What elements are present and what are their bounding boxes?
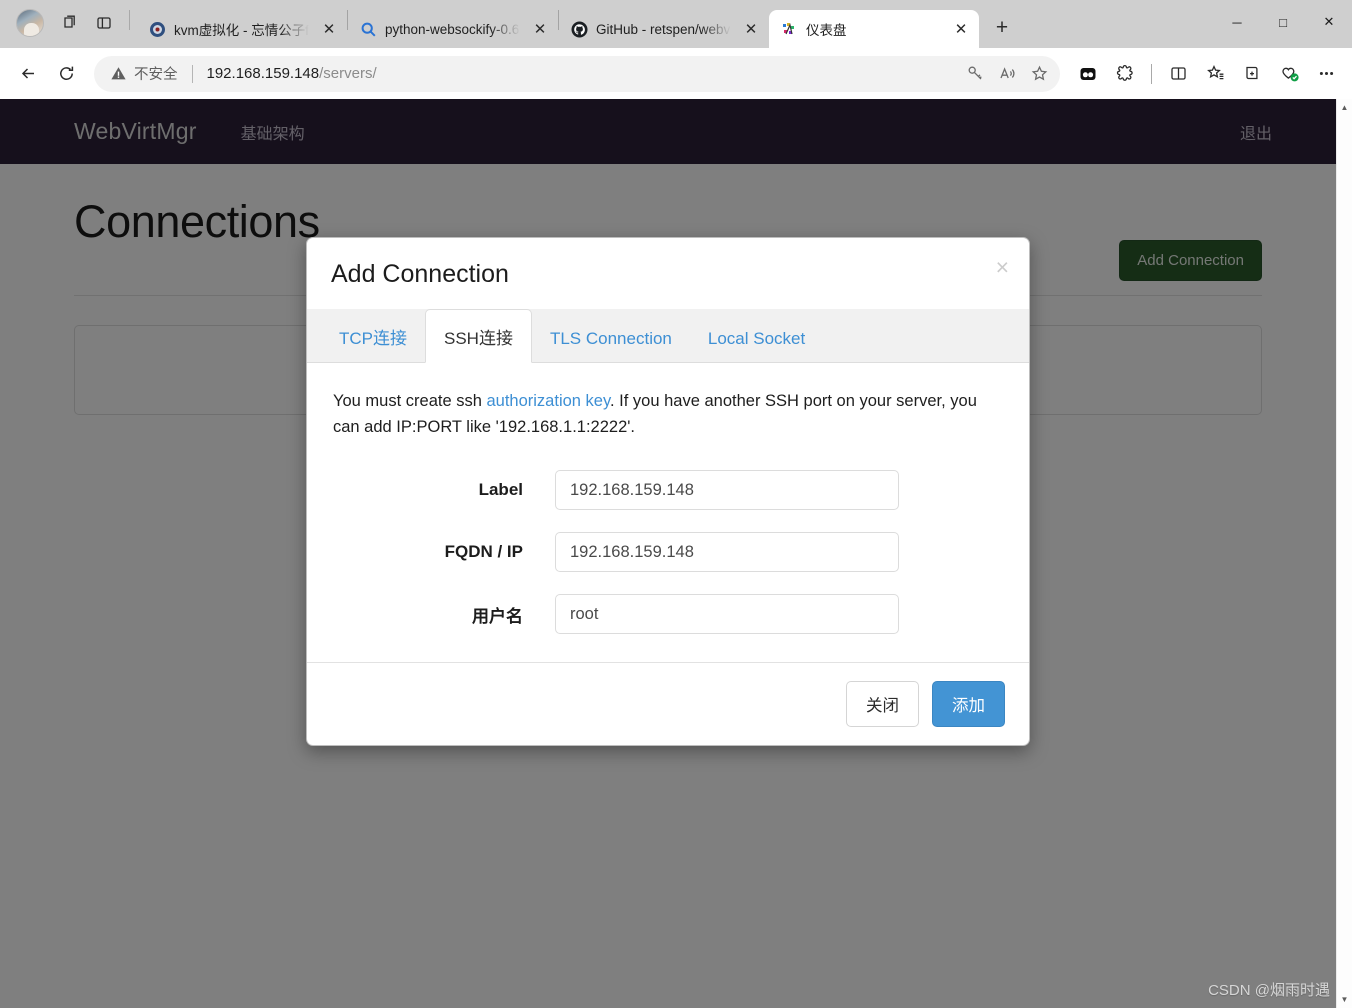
kvm-favicon: [149, 21, 166, 38]
tab-close-icon[interactable]: ✕: [528, 17, 552, 41]
fqdn-field-label: FQDN / IP: [444, 542, 523, 562]
tab-local-socket[interactable]: Local Socket: [690, 315, 823, 362]
tab-ssh-connection[interactable]: SSH连接: [425, 309, 532, 363]
watermark: CSDN @烟雨时遇: [1208, 982, 1330, 999]
webvirtmgr-favicon: [781, 21, 798, 38]
tab-actions-icon[interactable]: [88, 7, 120, 39]
modal-header: Add Connection ×: [307, 238, 1029, 309]
window-controls: ─ □ ✕: [1214, 0, 1352, 44]
modal-tab-list: TCP连接 SSH连接 TLS Connection Local Socket: [307, 309, 1029, 363]
tab-title: GitHub - retspen/webv: [596, 21, 731, 37]
profile-avatar[interactable]: [16, 8, 44, 37]
address-bar[interactable]: 不安全 192.168.159.148/servers/: [94, 55, 1060, 92]
favorites-icon[interactable]: [1197, 56, 1233, 92]
browser-toolbar: 不安全 192.168.159.148/servers/: [0, 48, 1352, 99]
security-label: 不安全: [134, 67, 178, 83]
tab-title: 仪表盘: [806, 23, 847, 38]
tab-close-icon[interactable]: ✕: [949, 17, 973, 41]
browser-tab-2[interactable]: python-websockify-0.6 ✕: [348, 10, 558, 48]
extensions-icon[interactable]: [1107, 56, 1143, 92]
modal-footer: 关闭 添加: [307, 662, 1029, 745]
submit-add-button[interactable]: 添加: [932, 681, 1005, 728]
url-path: /servers/: [319, 65, 377, 82]
workspaces-icon[interactable]: [54, 7, 86, 39]
toolbar-right-icons: [1070, 56, 1344, 92]
search-favicon: [360, 21, 377, 38]
scroll-up-arrow-icon[interactable]: ▲: [1337, 99, 1352, 116]
tab-title: python-websockify-0.6: [385, 21, 520, 37]
tab-tcp-connection[interactable]: TCP连接: [321, 310, 425, 362]
back-icon[interactable]: [10, 56, 46, 92]
label-field-label: Label: [478, 480, 523, 500]
browser-tab-1[interactable]: kvm虚拟化 - 忘情公子f ✕: [137, 10, 347, 48]
form-row-fqdn: FQDN / IP: [333, 532, 1003, 573]
tab-close-icon[interactable]: ✕: [739, 17, 763, 41]
browser-tab-4-active[interactable]: 仪表盘 ✕: [769, 10, 979, 48]
tab-tls-connection[interactable]: TLS Connection: [532, 315, 690, 362]
close-icon[interactable]: ×: [996, 256, 1009, 279]
github-favicon: [571, 21, 588, 38]
settings-more-icon[interactable]: [1308, 56, 1344, 92]
close-window-button[interactable]: ✕: [1306, 0, 1352, 44]
authorization-key-link[interactable]: authorization key: [486, 392, 610, 410]
browser-tab-3[interactable]: GitHub - retspen/webv ✕: [559, 10, 769, 48]
collections-icon[interactable]: [1234, 56, 1270, 92]
refresh-icon[interactable]: [48, 56, 84, 92]
key-icon[interactable]: [960, 59, 990, 89]
form-row-label: Label: [333, 470, 1003, 511]
favorite-star-icon[interactable]: [1024, 59, 1054, 89]
tab-close-icon[interactable]: ✕: [317, 17, 341, 41]
form-row-username: 用户名: [333, 594, 1003, 635]
tab-title: kvm虚拟化 - 忘情公子f: [174, 23, 309, 38]
url-text: 192.168.159.148/servers/: [207, 65, 961, 82]
browser-essentials-icon[interactable]: [1271, 56, 1307, 92]
close-button[interactable]: 关闭: [846, 681, 919, 728]
tab-list: kvm虚拟化 - 忘情公子f ✕ python-websockify-0.6 ✕: [137, 0, 1019, 48]
fqdn-ip-input[interactable]: [555, 532, 899, 573]
modal-body: You must create ssh authorization key. I…: [307, 363, 1029, 662]
maximize-button[interactable]: □: [1260, 0, 1306, 44]
split-screen-icon[interactable]: [1160, 56, 1196, 92]
scroll-down-arrow-icon[interactable]: ▼: [1337, 991, 1352, 1008]
warning-triangle-icon: [111, 67, 126, 80]
ssh-help-text: You must create ssh authorization key. I…: [333, 389, 1003, 440]
tab-strip: kvm虚拟化 - 忘情公子f ✕ python-websockify-0.6 ✕: [0, 0, 1352, 48]
browser-window: kvm虚拟化 - 忘情公子f ✕ python-websockify-0.6 ✕: [0, 0, 1352, 1008]
label-input[interactable]: [555, 470, 899, 511]
page-viewport: WebVirtMgr 基础架构 退出 Connections Add Conne…: [0, 99, 1352, 1008]
toolbar-divider: [1151, 63, 1152, 84]
copilot-icon[interactable]: [1070, 56, 1106, 92]
username-input[interactable]: [555, 594, 899, 635]
omnibox-actions: [960, 59, 1054, 89]
new-tab-button[interactable]: +: [985, 11, 1019, 45]
username-field-label: 用户名: [472, 606, 523, 626]
modal-title: Add Connection: [331, 260, 509, 288]
page-scrollbar[interactable]: ▲ ▼: [1336, 99, 1352, 1008]
security-warning[interactable]: 不安全: [110, 63, 178, 84]
omnibox-divider: [191, 64, 193, 83]
minimize-button[interactable]: ─: [1214, 0, 1260, 44]
add-connection-modal: Add Connection × TCP连接 SSH连接 TLS Connect…: [306, 237, 1030, 747]
tabstrip-left-controls: [8, 0, 137, 48]
tabstrip-divider: [129, 9, 130, 30]
url-host: 192.168.159.148: [206, 65, 320, 82]
help-part-1: You must create ssh: [333, 392, 487, 410]
read-aloud-icon[interactable]: [992, 59, 1022, 89]
